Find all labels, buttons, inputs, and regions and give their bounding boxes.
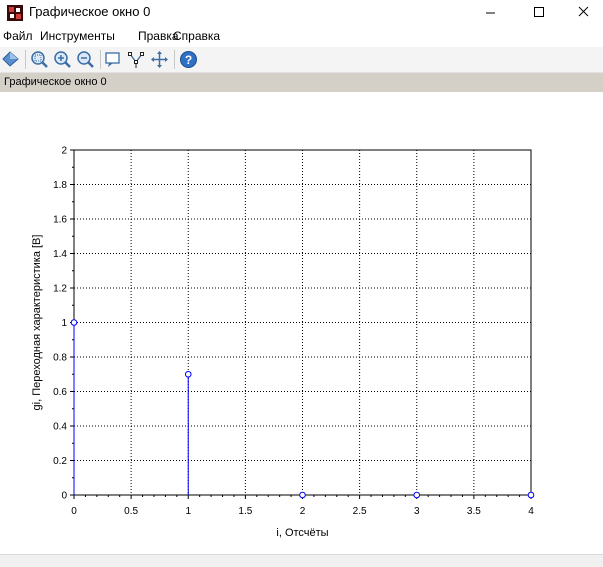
pan-icon bbox=[151, 51, 168, 68]
scilab-app-icon bbox=[7, 5, 23, 21]
menu-file[interactable]: Файл bbox=[3, 29, 33, 43]
y-tick-label: 2 bbox=[61, 146, 67, 157]
zoom-area-button[interactable] bbox=[30, 50, 49, 69]
rotate-button[interactable] bbox=[1, 50, 20, 69]
y-tick-label: 0.8 bbox=[53, 353, 67, 364]
y-tick-label: 1.6 bbox=[53, 215, 67, 226]
stem-chart: 0 0.5 1 1.5 2 2.5 3 3.5 4 0 0.2 0.4 0.6 0.8 1 1.2 1.4 1.6… bbox=[31, 146, 535, 539]
minimize-button[interactable] bbox=[467, 0, 513, 26]
stem-marker bbox=[527, 491, 535, 499]
curve-editor-icon bbox=[128, 52, 144, 68]
x-tick-label: 3 bbox=[414, 506, 420, 517]
zoom-area-icon bbox=[31, 51, 48, 68]
x-tick-label: 0.5 bbox=[124, 506, 138, 517]
x-tick-label: 2 bbox=[300, 506, 306, 517]
stem-marker bbox=[299, 491, 306, 499]
toolbar: ? bbox=[0, 47, 603, 73]
y-tick-label: 1.2 bbox=[53, 284, 67, 295]
y-tick-label: 1 bbox=[61, 318, 67, 329]
menu-tools[interactable]: Инструменты bbox=[40, 29, 115, 43]
stem-marker bbox=[184, 370, 192, 378]
window-title: Графическое окно 0 bbox=[29, 4, 151, 19]
y-tick-label: 0.2 bbox=[53, 456, 67, 467]
y-axis-label: gi, Переходная характеристика [В] bbox=[31, 235, 43, 411]
datatip-icon bbox=[105, 52, 120, 67]
tick-labels: 0 0.5 1 1.5 2 2.5 3 3.5 4 0 0.2 0.4 0.6 0.8 1 1.2 1.4 1.6… bbox=[53, 146, 534, 518]
help-button[interactable]: ? bbox=[179, 50, 198, 69]
close-button[interactable] bbox=[559, 0, 603, 26]
zoom-out-icon bbox=[77, 51, 94, 68]
maximize-button[interactable] bbox=[513, 0, 559, 26]
curve-editor-button[interactable] bbox=[127, 50, 146, 69]
y-tick-label: 0 bbox=[61, 491, 67, 502]
y-tick-label: 0.6 bbox=[53, 387, 67, 398]
menu-help[interactable]: Справка bbox=[173, 29, 220, 43]
y-tick-label: 0.4 bbox=[53, 422, 67, 433]
toolbar-separator bbox=[174, 50, 175, 69]
help-icon: ? bbox=[180, 51, 197, 68]
x-tick-label: 1 bbox=[185, 506, 191, 517]
x-axis-label: i, Отсчёты bbox=[276, 527, 328, 539]
x-tick-label: 4 bbox=[528, 506, 534, 517]
grid-lines bbox=[73, 149, 532, 496]
title-bar: Графическое окно 0 bbox=[0, 0, 603, 26]
menu-bar: Файл Инструменты Правка Справка bbox=[0, 27, 603, 46]
x-tick-label: 0 bbox=[71, 506, 77, 517]
rotate-icon bbox=[2, 51, 19, 67]
status-bar bbox=[0, 554, 603, 567]
toolbar-separator bbox=[25, 50, 26, 69]
maximize-icon bbox=[534, 7, 544, 17]
zoom-out-button[interactable] bbox=[76, 50, 95, 69]
plot-canvas[interactable]: 0 0.5 1 1.5 2 2.5 3 3.5 4 0 0.2 0.4 0.6 0.8 1 1.2 1.4 1.6… bbox=[0, 92, 603, 554]
y-tick-label: 1.8 bbox=[53, 180, 67, 191]
x-tick-label: 3.5 bbox=[467, 506, 481, 517]
zoom-in-button[interactable] bbox=[53, 50, 72, 69]
stem-marker bbox=[70, 319, 78, 326]
toolbar-separator bbox=[100, 50, 101, 69]
stem-marker bbox=[413, 491, 421, 499]
x-tick-label: 2.5 bbox=[353, 506, 367, 517]
zoom-in-icon bbox=[54, 51, 71, 68]
svg-text:?: ? bbox=[185, 53, 192, 67]
x-tick-label: 1.5 bbox=[238, 506, 252, 517]
close-icon bbox=[578, 6, 589, 17]
figure-label: Графическое окно 0 bbox=[4, 76, 107, 88]
minimize-icon bbox=[486, 12, 495, 14]
pan-button[interactable] bbox=[150, 50, 169, 69]
y-tick-label: 1.4 bbox=[53, 249, 67, 260]
minor-ticks bbox=[72, 166, 521, 497]
datatip-button[interactable] bbox=[104, 50, 123, 69]
figure-label-bar: Графическое окно 0 bbox=[0, 73, 603, 92]
